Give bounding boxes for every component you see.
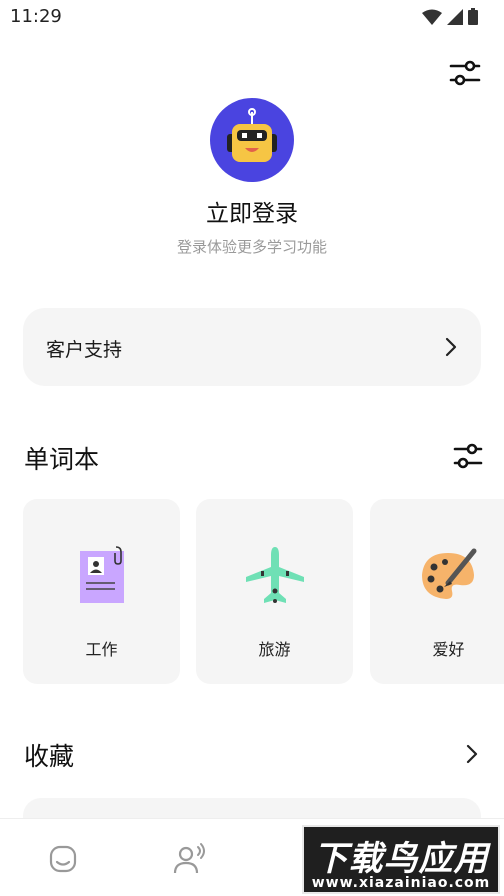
signal-icon [447,8,463,25]
favorites-title: 收藏 [24,742,75,771]
login-title[interactable]: 立即登录 [0,194,504,228]
wordbook-cards: 工作 旅游 爱好 [23,499,504,685]
watermark-logo: 下载鸟应用 www.xiazainiao.com [302,825,500,894]
wordbook-card-hobby[interactable]: 爱好 [370,499,504,684]
home-face-icon[interactable] [45,841,81,877]
status-icons [422,8,478,25]
airplane-icon [245,547,304,603]
wordbook-card-work[interactable]: 工作 [23,499,180,684]
watermark-brand: 下载鸟应用 [313,839,489,879]
login-subtitle: 登录体验更多学习功能 [176,238,327,256]
wordbook-title: 单词本 [24,445,100,474]
watermark-url: www.xiazainiao.com [311,875,491,891]
settings-sliders-icon[interactable] [448,58,482,88]
chevron-right-icon [445,337,457,357]
battery-icon [468,8,478,25]
palette-icon [421,548,476,599]
robot-avatar-icon [227,108,277,162]
status-bar: 11:29 [0,0,504,34]
voice-user-icon[interactable] [172,841,208,877]
wordbook-card-label: 爱好 [432,640,465,659]
wordbook-card-travel[interactable]: 旅游 [196,499,353,684]
customer-support-label: 客户支持 [46,339,123,361]
avatar[interactable] [210,98,294,182]
customer-support-item[interactable]: 客户支持 [23,308,481,386]
chevron-right-icon[interactable] [466,744,478,764]
work-document-icon [79,546,124,603]
wordbook-card-label: 工作 [85,640,118,659]
status-time: 11:29 [10,6,62,27]
wifi-icon [422,9,442,25]
wordbook-card-label: 旅游 [258,640,291,659]
wordbook-settings-icon[interactable] [452,441,484,471]
